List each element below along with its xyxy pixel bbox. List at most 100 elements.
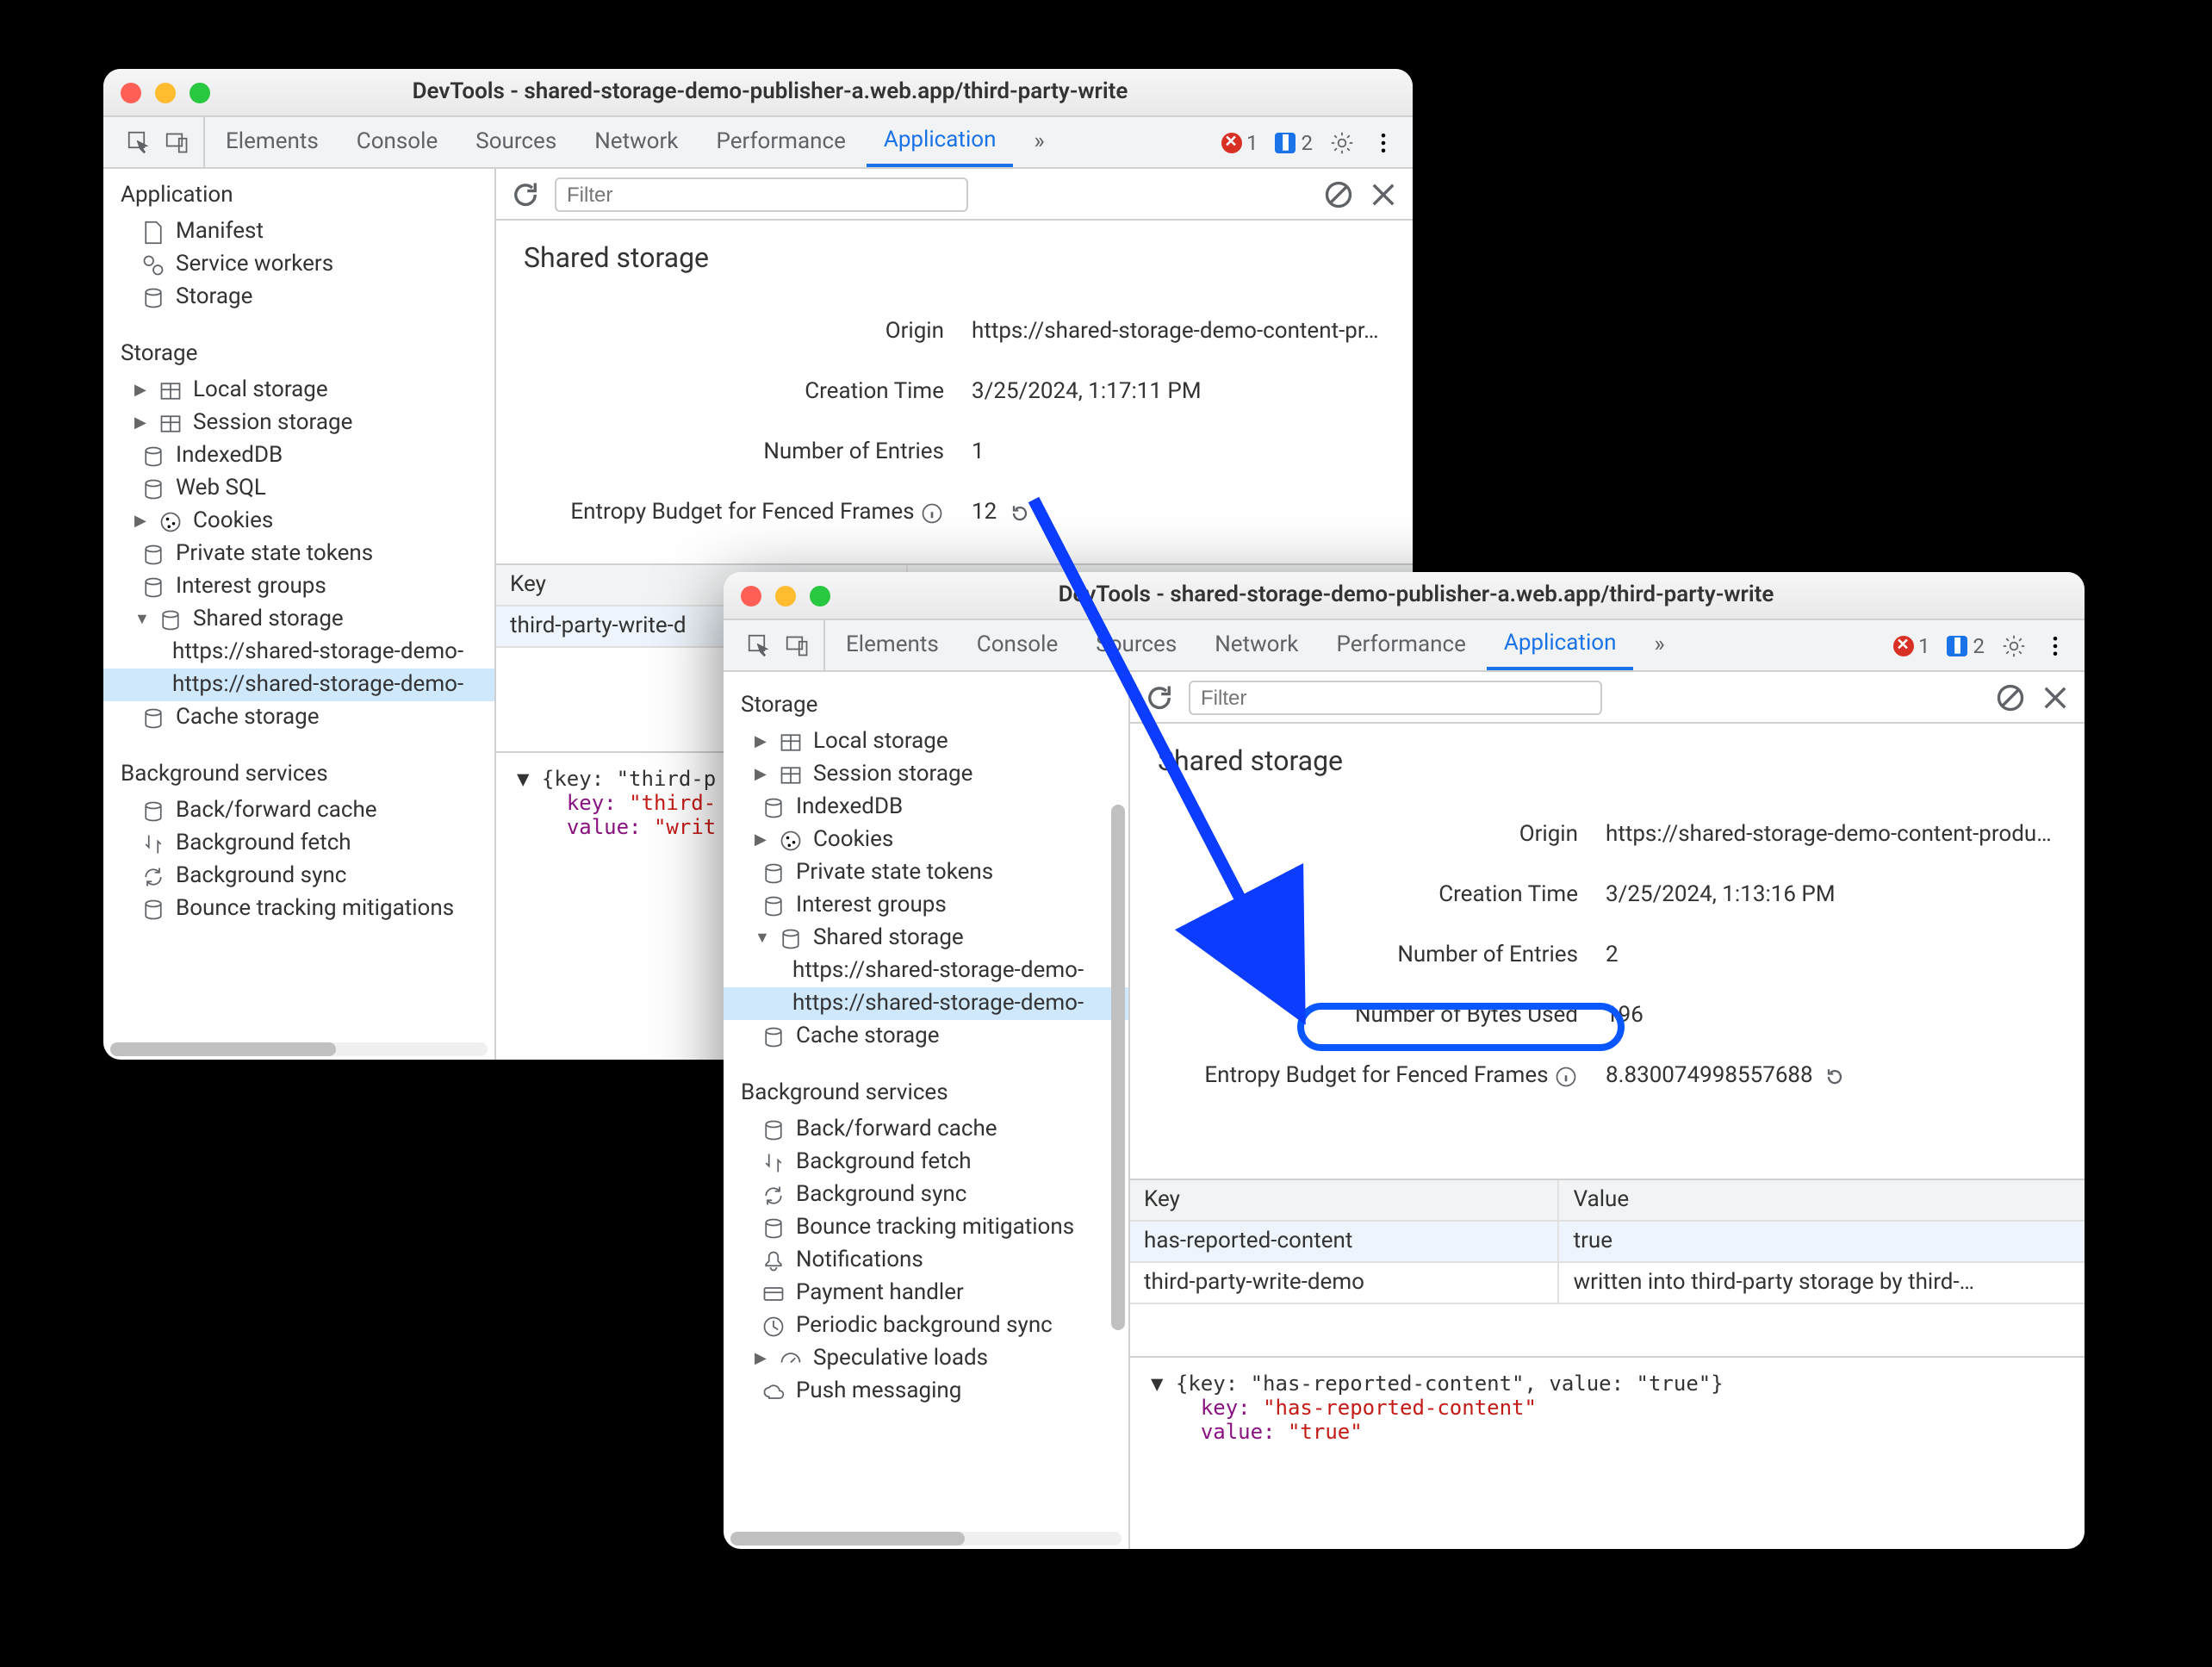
expand-arrow-icon[interactable]: ▶ bbox=[134, 513, 148, 530]
sidebar-item-bfcache[interactable]: Back/forward cache bbox=[103, 794, 494, 827]
clear-icon[interactable] bbox=[1323, 178, 1354, 209]
expand-arrow-icon[interactable]: ▶ bbox=[755, 766, 768, 783]
col-key[interactable]: Key bbox=[1130, 1180, 1560, 1220]
minimize-button[interactable] bbox=[775, 585, 796, 606]
sidebar-item-bg-sync[interactable]: Background sync bbox=[724, 1179, 1128, 1211]
expand-arrow-icon[interactable]: ▶ bbox=[755, 1350, 768, 1367]
refresh-icon[interactable] bbox=[510, 178, 541, 209]
zoom-button[interactable] bbox=[810, 585, 830, 606]
sidebar-item-session-storage[interactable]: ▶Session storage bbox=[724, 758, 1128, 791]
sidebar-item-speculative-loads[interactable]: ▶Speculative loads bbox=[724, 1342, 1128, 1375]
scrollbar-thumb[interactable] bbox=[730, 1532, 965, 1546]
settings-icon[interactable] bbox=[2002, 633, 2026, 657]
tab-sources[interactable]: Sources bbox=[1078, 620, 1194, 670]
tab-performance[interactable]: Performance bbox=[699, 117, 862, 167]
tab-elements[interactable]: Elements bbox=[208, 117, 336, 167]
sidebar-item-local-storage[interactable]: ▶Local storage bbox=[724, 725, 1128, 758]
tab-network[interactable]: Network bbox=[1197, 620, 1315, 670]
inspect-icon[interactable] bbox=[127, 130, 152, 154]
collapse-arrow-icon[interactable]: ▼ bbox=[134, 610, 148, 629]
expand-arrow-icon[interactable]: ▶ bbox=[755, 733, 768, 750]
sidebar-item-indexeddb[interactable]: IndexedDB bbox=[724, 791, 1128, 824]
close-button[interactable] bbox=[741, 585, 761, 606]
horizontal-scrollbar[interactable] bbox=[110, 1042, 488, 1056]
filter-input[interactable] bbox=[1189, 680, 1602, 714]
settings-icon[interactable] bbox=[1330, 130, 1354, 154]
tab-performance[interactable]: Performance bbox=[1319, 620, 1482, 670]
sidebar-item-interest-groups[interactable]: Interest groups bbox=[724, 889, 1128, 922]
minimize-button[interactable] bbox=[155, 82, 176, 103]
tab-sources[interactable]: Sources bbox=[458, 117, 574, 167]
sidebar-item-cache-storage[interactable]: Cache storage bbox=[724, 1020, 1128, 1053]
device-icon[interactable] bbox=[786, 633, 810, 657]
sidebar-item-periodic-sync[interactable]: Periodic background sync bbox=[724, 1309, 1128, 1342]
tab-application[interactable]: Application bbox=[1487, 620, 1634, 670]
inspect-icon[interactable] bbox=[748, 633, 772, 657]
sidebar-item-bg-fetch[interactable]: Background fetch bbox=[724, 1146, 1128, 1179]
collapse-arrow-icon[interactable]: ▼ bbox=[755, 929, 768, 948]
sidebar-item-storage[interactable]: Storage bbox=[103, 281, 494, 314]
more-icon[interactable] bbox=[1371, 130, 1395, 154]
sidebar-item-websql[interactable]: Web SQL bbox=[103, 472, 494, 505]
tab-elements[interactable]: Elements bbox=[829, 620, 956, 670]
table-row[interactable]: third-party-write-demo written into thir… bbox=[1130, 1263, 2085, 1304]
horizontal-scrollbar[interactable] bbox=[730, 1532, 1122, 1546]
shared-storage-origin-2[interactable]: https://shared-storage-demo- bbox=[724, 987, 1128, 1020]
shared-storage-origin-1[interactable]: https://shared-storage-demo- bbox=[103, 636, 494, 669]
sidebar-item-bfcache[interactable]: Back/forward cache bbox=[724, 1113, 1128, 1146]
info-icon[interactable] bbox=[920, 501, 944, 525]
sidebar-item-interest-groups[interactable]: Interest groups bbox=[103, 570, 494, 603]
error-badge[interactable]: ✕1 bbox=[1892, 633, 1930, 657]
sidebar-item-indexeddb[interactable]: IndexedDB bbox=[103, 439, 494, 472]
sidebar-item-private-state-tokens[interactable]: Private state tokens bbox=[724, 856, 1128, 889]
sidebar-item-local-storage[interactable]: ▶Local storage bbox=[103, 374, 494, 407]
close-icon[interactable] bbox=[2040, 681, 2071, 712]
sidebar-item-cache-storage[interactable]: Cache storage bbox=[103, 701, 494, 734]
sidebar-item-service-workers[interactable]: Service workers bbox=[103, 248, 494, 281]
sidebar-item-bg-sync[interactable]: Background sync bbox=[103, 860, 494, 893]
sidebar-item-notifications[interactable]: Notifications bbox=[724, 1244, 1128, 1277]
sidebar-item-payment-handler[interactable]: Payment handler bbox=[724, 1277, 1128, 1309]
info-badge[interactable]: ❚2 bbox=[1276, 130, 1314, 154]
scrollbar-thumb[interactable] bbox=[1111, 805, 1125, 1330]
reset-icon[interactable] bbox=[1007, 501, 1031, 525]
sidebar-item-private-state-tokens[interactable]: Private state tokens bbox=[103, 538, 494, 570]
tab-console[interactable]: Console bbox=[960, 620, 1075, 670]
reset-icon[interactable] bbox=[1824, 1064, 1848, 1088]
device-icon[interactable] bbox=[165, 130, 190, 154]
sidebar-item-session-storage[interactable]: ▶Session storage bbox=[103, 407, 494, 439]
close-icon[interactable] bbox=[1368, 178, 1399, 209]
error-badge[interactable]: ✕1 bbox=[1221, 130, 1258, 154]
info-badge[interactable]: ❚2 bbox=[1948, 633, 1985, 657]
clear-icon[interactable] bbox=[1995, 681, 2026, 712]
tabs-overflow[interactable]: » bbox=[1637, 620, 1681, 670]
shared-storage-origin-1[interactable]: https://shared-storage-demo- bbox=[724, 955, 1128, 987]
shared-storage-origin-2[interactable]: https://shared-storage-demo- bbox=[103, 669, 494, 701]
sidebar-item-cookies[interactable]: ▶Cookies bbox=[724, 824, 1128, 856]
scrollbar-thumb[interactable] bbox=[110, 1042, 337, 1056]
col-value[interactable]: Value bbox=[1560, 1180, 2085, 1220]
tab-application[interactable]: Application bbox=[867, 117, 1014, 167]
expand-arrow-icon[interactable]: ▶ bbox=[134, 382, 148, 399]
filter-input[interactable] bbox=[555, 177, 968, 211]
expand-arrow-icon[interactable]: ▶ bbox=[755, 831, 768, 849]
sidebar-item-cookies[interactable]: ▶Cookies bbox=[103, 505, 494, 538]
vertical-scrollbar[interactable] bbox=[1111, 724, 1125, 1532]
sidebar-item-bg-fetch[interactable]: Background fetch bbox=[103, 827, 494, 860]
info-icon[interactable] bbox=[1554, 1064, 1578, 1088]
close-button[interactable] bbox=[121, 82, 141, 103]
tab-console[interactable]: Console bbox=[339, 117, 455, 167]
table-row[interactable]: has-reported-content true bbox=[1130, 1222, 2085, 1263]
sidebar-item-bounce-tracking[interactable]: Bounce tracking mitigations bbox=[724, 1211, 1128, 1244]
tab-network[interactable]: Network bbox=[577, 117, 695, 167]
tabs-overflow[interactable]: » bbox=[1016, 117, 1061, 167]
more-icon[interactable] bbox=[2043, 633, 2067, 657]
expand-arrow-icon[interactable]: ▶ bbox=[134, 414, 148, 432]
sidebar-item-push-messaging[interactable]: Push messaging bbox=[724, 1375, 1128, 1408]
zoom-button[interactable] bbox=[190, 82, 210, 103]
sidebar-item-manifest[interactable]: Manifest bbox=[103, 215, 494, 248]
sidebar-item-bounce-tracking[interactable]: Bounce tracking mitigations bbox=[103, 893, 494, 925]
sidebar-item-shared-storage[interactable]: ▼Shared storage bbox=[103, 603, 494, 636]
sidebar-item-shared-storage[interactable]: ▼Shared storage bbox=[724, 922, 1128, 955]
refresh-icon[interactable] bbox=[1144, 681, 1175, 712]
